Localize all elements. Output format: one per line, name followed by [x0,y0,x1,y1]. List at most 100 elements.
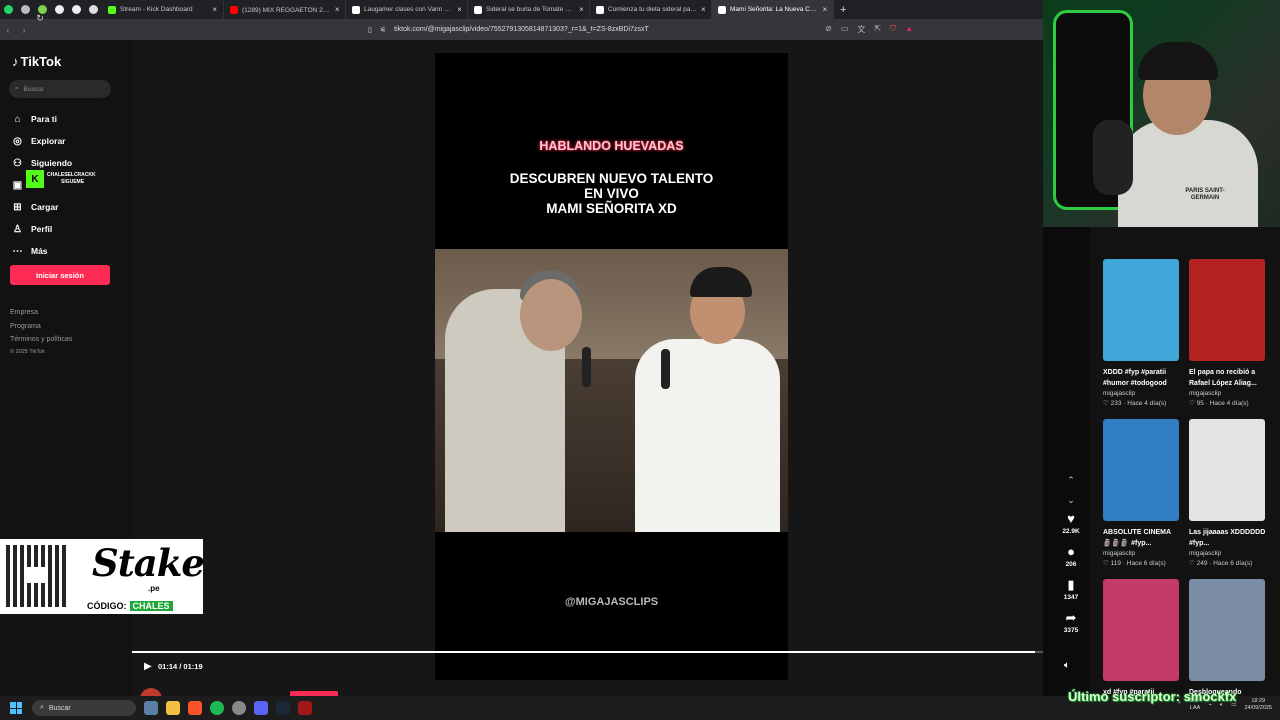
browser-tab[interactable]: Comienza tu dieta sideral para bajar × [590,0,712,19]
previous-video-icon[interactable]: ⌃ [1065,470,1077,490]
tab-favicon-icon [108,5,116,14]
url-field[interactable]: ▯ ⚟ tiktok.com/@migajasclip/video/755279… [368,26,649,34]
video-headline: HABLANDO HUEVADAS [539,139,684,153]
card-title: XDDD #fyp #paratii #humor #todogood [1103,369,1167,387]
brave-icon[interactable] [188,701,202,715]
close-tab-icon[interactable]: × [212,5,217,14]
code-value: CHALES [129,601,173,611]
video-thumbnail[interactable] [1189,259,1265,361]
tab-favicon-icon [352,5,360,14]
chrome-icon[interactable] [232,701,246,715]
feed-video-card[interactable]: XDDD #fyp #paratii #humor #todogood migaj… [1103,259,1181,407]
close-tab-icon[interactable]: × [823,5,828,14]
sidebar-item-para-ti[interactable]: ⌂ Para ti [12,108,72,130]
video-thumbnail[interactable] [1103,419,1179,521]
pinned-tab-5[interactable] [68,0,85,19]
browser-tab[interactable]: (1289) MIX REGGAETON 2024 🎶 × [224,0,346,19]
tiktok-logo[interactable]: ♪ TikTok [12,54,61,69]
next-video-icon[interactable]: ⌄ [1065,490,1077,510]
pinned-tab-whatsapp[interactable] [0,0,17,19]
file-explorer-icon[interactable] [166,701,180,715]
video-thumbnail[interactable] [1103,259,1179,361]
video-player[interactable]: HABLANDO HUEVADAS DESCUBREN NUEVO TALENT… [435,53,788,680]
forward-icon[interactable]: › [16,25,32,35]
tab-title: Comienza tu dieta sideral para bajar [608,6,697,13]
new-tab-button[interactable]: + [834,4,852,16]
sidebar-item-label: Siguiendo [31,158,73,168]
progress-bar[interactable] [132,651,1043,653]
video-thumbnail[interactable] [1189,419,1265,521]
brave-shield-icon[interactable]: ⛉ [890,24,896,35]
pinned-tab-6[interactable] [85,0,102,19]
cast-icon[interactable]: ▭ [841,24,849,35]
comment-button[interactable]: ● 206 [1054,545,1088,578]
close-tab-icon[interactable]: × [579,5,583,14]
sidebar-item-label: Cargar [31,202,59,212]
discord-icon[interactable] [254,701,268,715]
pinned-tab-4[interactable] [51,0,68,19]
video-thumbnail[interactable] [1189,579,1265,681]
kick-promo-badge: K CHALESELCRACKK SIGUEME [26,170,96,188]
streamer-cap [1138,42,1218,80]
sidebar-item-perfil[interactable]: ♙ Perfil [12,218,72,240]
close-tab-icon[interactable]: × [457,5,461,14]
upload-icon: ⊞ [13,201,22,213]
video-thumbnail[interactable] [1103,579,1179,681]
card-author: migajasclip [1103,550,1136,557]
spotify-icon[interactable] [210,701,224,715]
like-button[interactable]: ♥ 22.9K [1054,512,1088,545]
sidebar-item-más[interactable]: ⋯ Más [12,240,72,262]
close-tab-icon[interactable]: × [701,5,705,14]
heart-outline-icon: ♡ [1103,400,1109,407]
screen: Stream - Kick Dashboard × (1289) MIX REGGA… [0,0,1280,720]
site-info-icon[interactable]: ⚟ [380,26,386,34]
save-button[interactable]: ▮ 1347 [1054,578,1088,611]
taskbar-search-icon: ⌕ [40,704,44,711]
bookmark-icon[interactable]: ▯ [368,26,372,34]
compass-icon: ◎ [13,135,22,147]
like-icon: ♥ [1067,511,1075,526]
share-button[interactable]: ➦ 3375 [1054,611,1088,644]
browser-tab[interactable]: Laugamer clases con Vann #zaintern × [346,0,468,19]
caption-line-3: MAMI SEÑORITA XD [546,201,677,216]
back-icon[interactable]: ‹ [0,25,16,35]
caption-line-1: DESCUBREN NUEVO TALENTO [509,171,714,186]
footer-link[interactable]: Términos y políticas [10,333,72,347]
feed-video-card[interactable]: Desbloqueando [1189,579,1267,698]
microphone-left [582,347,591,387]
feed-video-card[interactable]: xd #fyp #paratii [1103,579,1181,698]
stake-ad: Stake .pe CÓDIGO: CHALES [0,539,205,614]
live-icon: ▣ [12,179,23,191]
sidebar-item-label: Explorar [31,136,66,146]
rewards-icon[interactable]: ▲ [905,24,913,35]
footer-link[interactable]: Empresa [10,306,72,320]
mute-icon[interactable]: ⊘ [825,24,832,35]
clock[interactable]: 18:29 24/09/2025 [1244,698,1272,712]
sidebar-item-explorar[interactable]: ◎ Explorar [12,130,72,152]
steam-icon[interactable] [276,701,290,715]
widgets-icon[interactable] [144,701,158,715]
close-tab-icon[interactable]: × [335,5,339,14]
play-icon[interactable]: ▶ [144,661,152,672]
translate-icon[interactable]: 文 [857,24,865,35]
footer-link[interactable]: Programa [10,320,72,334]
browser-tab[interactable]: Stream - Kick Dashboard × [102,0,224,19]
feed-video-card[interactable]: El papa no recibió a Rafael López Aliag.… [1189,259,1267,407]
feed-nav-arrows: ⌃ ⌄ [1065,470,1077,510]
share-page-icon[interactable]: ⇱ [874,24,881,35]
login-button[interactable]: Iniciar sesión [10,265,110,285]
app-icon-red[interactable] [298,701,312,715]
windows-start-icon[interactable] [10,702,22,714]
search-icon: ⌕ [15,85,19,92]
feed-video-card[interactable]: ABSOLUTE CINEMA 🗿🗿🗿 #fyp... migajasclip ♡ … [1103,419,1181,567]
comment-count: 206 [1065,561,1077,568]
taskbar-search[interactable]: ⌕ Buscar [32,700,136,716]
volume-icon[interactable]: 🔈︎ [1064,660,1070,671]
search-input[interactable]: ⌕ Buscar [9,80,111,98]
feed-video-card[interactable]: Las jijaaaas XDDDDDD #fyp... migajasclip ♡… [1189,419,1267,567]
browser-tab[interactable]: Mami Señorita: La Nueva Canci × [712,0,834,19]
last-subscriber-overlay: Último suscriptor: smockfx [1068,689,1237,704]
sidebar-item-cargar[interactable]: ⊞ Cargar [12,196,72,218]
browser-tab[interactable]: Sideral se burla de Tomate Barraza e× [468,0,590,19]
code-label: CÓDIGO: [87,601,127,611]
